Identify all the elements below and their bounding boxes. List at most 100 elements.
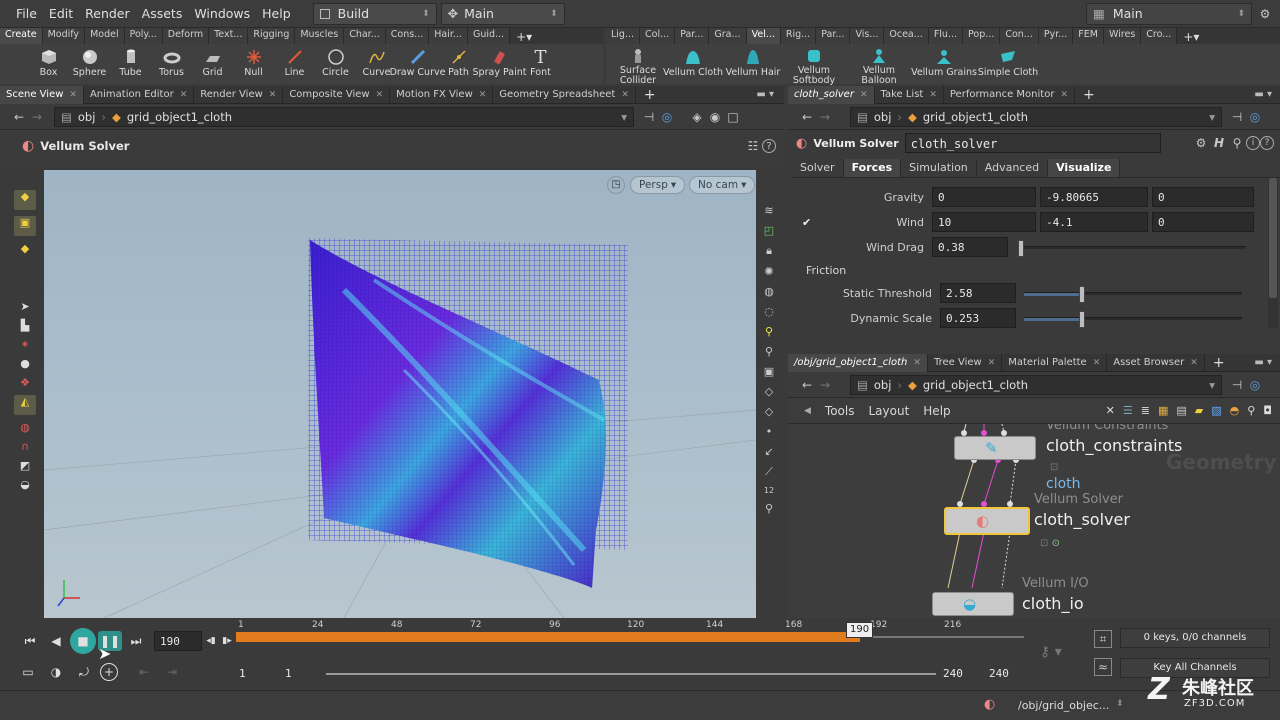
scene-path-field[interactable]: ▤ obj › ◆ grid_object1_cloth ▾ [54, 106, 634, 127]
tool-vellum-hair[interactable]: Vellum Hair [724, 44, 782, 84]
shelf-tab[interactable]: Pop... [963, 28, 1001, 44]
network-box-icon[interactable]: ▤ [1176, 404, 1186, 417]
wrench-icon[interactable]: ✕ [1106, 404, 1115, 417]
select-icon[interactable]: ◆ [14, 190, 36, 210]
tool-torus[interactable]: Torus [151, 44, 192, 84]
pane-menu-icon[interactable]: ▬ ▾ [756, 89, 774, 100]
paint-icon[interactable]: ✶ [20, 338, 29, 351]
stop-icon[interactable]: ■ [70, 628, 96, 654]
shelf-tab[interactable]: Deform [162, 28, 210, 44]
add-key-icon[interactable]: + [100, 663, 118, 681]
shelf-tab[interactable]: Gra... [709, 28, 747, 44]
light-icon[interactable]: ⚲ [765, 325, 773, 338]
pin-icon[interactable]: ⊣ [1228, 108, 1246, 126]
ghost-icon[interactable]: ◰ [764, 224, 774, 237]
static-threshold-slider[interactable] [1024, 285, 1242, 303]
shelf-tab[interactable]: Modify [42, 28, 86, 44]
tab-scene-view[interactable]: Scene View ✕ [0, 85, 84, 104]
back-arrow-icon[interactable]: ← [798, 108, 816, 126]
view-tool-icon[interactable]: ◭ [14, 395, 36, 415]
dynamic-scale-slider[interactable] [1024, 310, 1242, 328]
persp-menu[interactable]: Persp ▾ [630, 176, 686, 194]
menu-windows[interactable]: Windows [188, 6, 256, 21]
mask-icon[interactable]: ◩ [20, 459, 30, 472]
shelf-tab[interactable]: Cro... [1141, 28, 1178, 44]
help-icon[interactable]: ? [1260, 136, 1274, 150]
pointer-icon[interactable]: ➤ [20, 300, 29, 313]
close-icon[interactable]: ✕ [376, 86, 384, 104]
tab-geometry-spreadsheet[interactable]: Geometry Spreadsheet ✕ [493, 85, 636, 104]
shading-mode-icon[interactable]: ◍ [764, 285, 774, 298]
help-h-icon[interactable]: H [1210, 134, 1228, 152]
shelf-tab[interactable]: Par... [675, 28, 710, 44]
snap-icon[interactable]: ◍ [20, 421, 30, 434]
3d-viewport[interactable]: ◳ Persp ▾ No cam ▾ [44, 170, 756, 618]
range-start-field[interactable]: 1 [234, 664, 278, 684]
gravity-z-field[interactable]: 0 [1152, 187, 1254, 207]
chevron-down-icon[interactable]: ▾ [1209, 110, 1215, 124]
tab-motion-fx-view[interactable]: Motion FX View ✕ [390, 85, 494, 104]
slider-handle[interactable] [1018, 239, 1024, 257]
camera-lock-icon[interactable]: ◳ [607, 176, 625, 194]
search-icon[interactable]: ⚲ [1228, 134, 1246, 152]
shelf-tab[interactable]: Ocea... [884, 28, 929, 44]
wind-x-field[interactable]: 10 [932, 212, 1036, 232]
tool-line[interactable]: Line [274, 44, 315, 84]
shelf-tab[interactable]: Con... [1000, 28, 1039, 44]
shelf-tab[interactable]: Char... [344, 28, 386, 44]
tab-render-view[interactable]: Render View ✕ [194, 85, 284, 104]
info-icon[interactable]: i [1246, 136, 1260, 150]
pin-icon[interactable]: ⊣ [640, 108, 658, 126]
tab-tree-view[interactable]: Tree View ✕ [928, 353, 1003, 372]
close-icon[interactable]: ✕ [69, 86, 77, 104]
link-icon[interactable]: ◎ [1246, 376, 1264, 394]
wind-drag-field[interactable]: 0.38 [932, 237, 1008, 257]
search-icon[interactable]: ⚲ [1247, 404, 1255, 417]
shelf-tab[interactable]: Vel... [746, 28, 781, 44]
tool-vellum-balloon[interactable]: Vellum Balloon [846, 44, 912, 86]
list-icon[interactable]: ≣ [1141, 404, 1150, 417]
tool-spray-paint[interactable]: Spray Paint [473, 44, 526, 84]
jump-end-icon[interactable]: ⏭ [124, 631, 148, 651]
desktop-selector[interactable]: ✥ Main ⬍ [440, 2, 565, 25]
step-forward-icon[interactable]: ▮▸ [220, 631, 234, 651]
tab-composite-view[interactable]: Composite View ✕ [283, 85, 391, 104]
right-desktop-selector[interactable]: ▦ Main ⬍ [1086, 2, 1252, 25]
grid-view-icon[interactable]: ▦ [1158, 404, 1168, 417]
pane-menu-icon[interactable]: ▬ ▾ [1254, 357, 1272, 368]
pin-icon[interactable]: ⊣ [1228, 376, 1246, 394]
close-icon[interactable]: ✕ [988, 354, 996, 372]
tool-simple-cloth[interactable]: Simple Cloth [976, 44, 1040, 84]
tool-null[interactable]: Null [233, 44, 274, 84]
menu-help[interactable]: Help [923, 404, 950, 418]
close-icon[interactable]: ✕ [860, 86, 868, 104]
shelf-tab[interactable]: Wires [1103, 28, 1142, 44]
tool-tube[interactable]: Tube [110, 44, 151, 84]
plus-icon[interactable]: + [644, 87, 656, 103]
tab-performance-monitor[interactable]: Performance Monitor ✕ [944, 85, 1075, 104]
node-cloth-constraints[interactable]: ✎ [954, 436, 1036, 460]
slider-handle[interactable] [1078, 310, 1085, 328]
build-selector[interactable]: Build ⬍ [312, 2, 437, 25]
back-arrow-icon[interactable]: ← [798, 376, 816, 394]
forward-arrow-icon[interactable]: → [28, 108, 46, 126]
guide-icon[interactable]: ⚲ [765, 502, 773, 515]
close-icon[interactable]: ✕ [1060, 86, 1068, 104]
shelf-tab[interactable]: Flu... [928, 28, 964, 44]
lock-icon[interactable]: 🔒︎ [766, 244, 772, 258]
normal-icon[interactable]: ↙ [764, 445, 773, 458]
tool-path[interactable]: Path [438, 44, 479, 84]
handle-icon[interactable]: ▙ [21, 319, 29, 332]
tab-asset-browser[interactable]: Asset Browser ✕ [1107, 353, 1205, 372]
range-end-field[interactable]: 240 [938, 664, 982, 684]
loop-icon[interactable]: ⤾ [72, 662, 96, 682]
box-view-icon[interactable]: □ [724, 108, 742, 126]
wind-checkbox[interactable]: ✔ [802, 216, 814, 229]
geo-display-icon[interactable]: ◇ [765, 385, 773, 398]
shelf-tab[interactable]: Model [85, 28, 125, 44]
tool-sphere[interactable]: Sphere [69, 44, 110, 84]
gravity-x-field[interactable]: 0 [932, 187, 1036, 207]
link-icon[interactable]: ◎ [658, 108, 676, 126]
node-cloth-solver[interactable]: ◐ [944, 507, 1030, 535]
close-icon[interactable]: ✕ [180, 86, 188, 104]
